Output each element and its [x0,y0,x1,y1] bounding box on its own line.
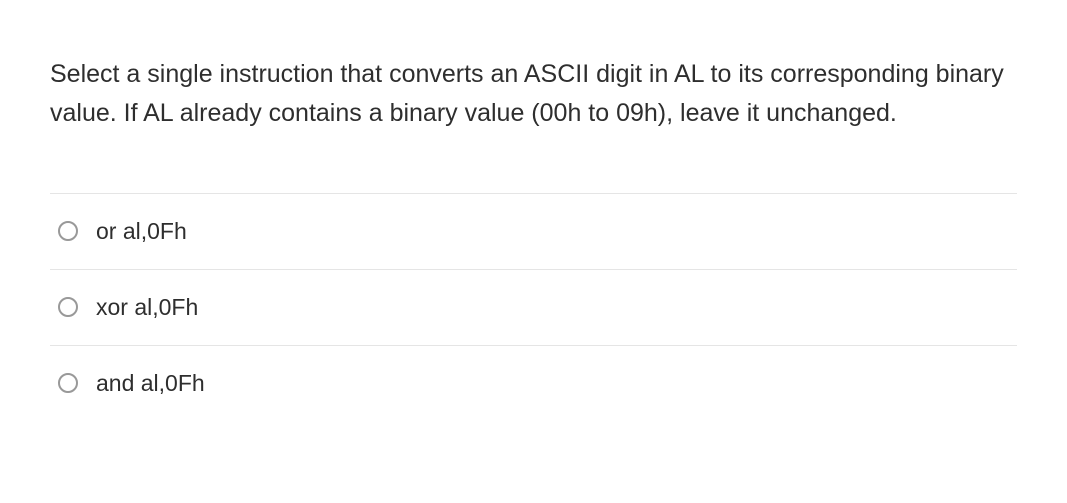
radio-icon [58,297,78,317]
options-list: or al,0Fh xor al,0Fh and al,0Fh [50,193,1017,421]
option-row-1[interactable]: xor al,0Fh [50,270,1017,346]
option-row-0[interactable]: or al,0Fh [50,194,1017,270]
radio-icon [58,373,78,393]
option-label: xor al,0Fh [96,294,198,321]
question-container: Select a single instruction that convert… [0,0,1067,421]
option-label: or al,0Fh [96,218,187,245]
option-label: and al,0Fh [96,370,205,397]
option-row-2[interactable]: and al,0Fh [50,346,1017,421]
question-text: Select a single instruction that convert… [50,55,1017,133]
radio-icon [58,221,78,241]
